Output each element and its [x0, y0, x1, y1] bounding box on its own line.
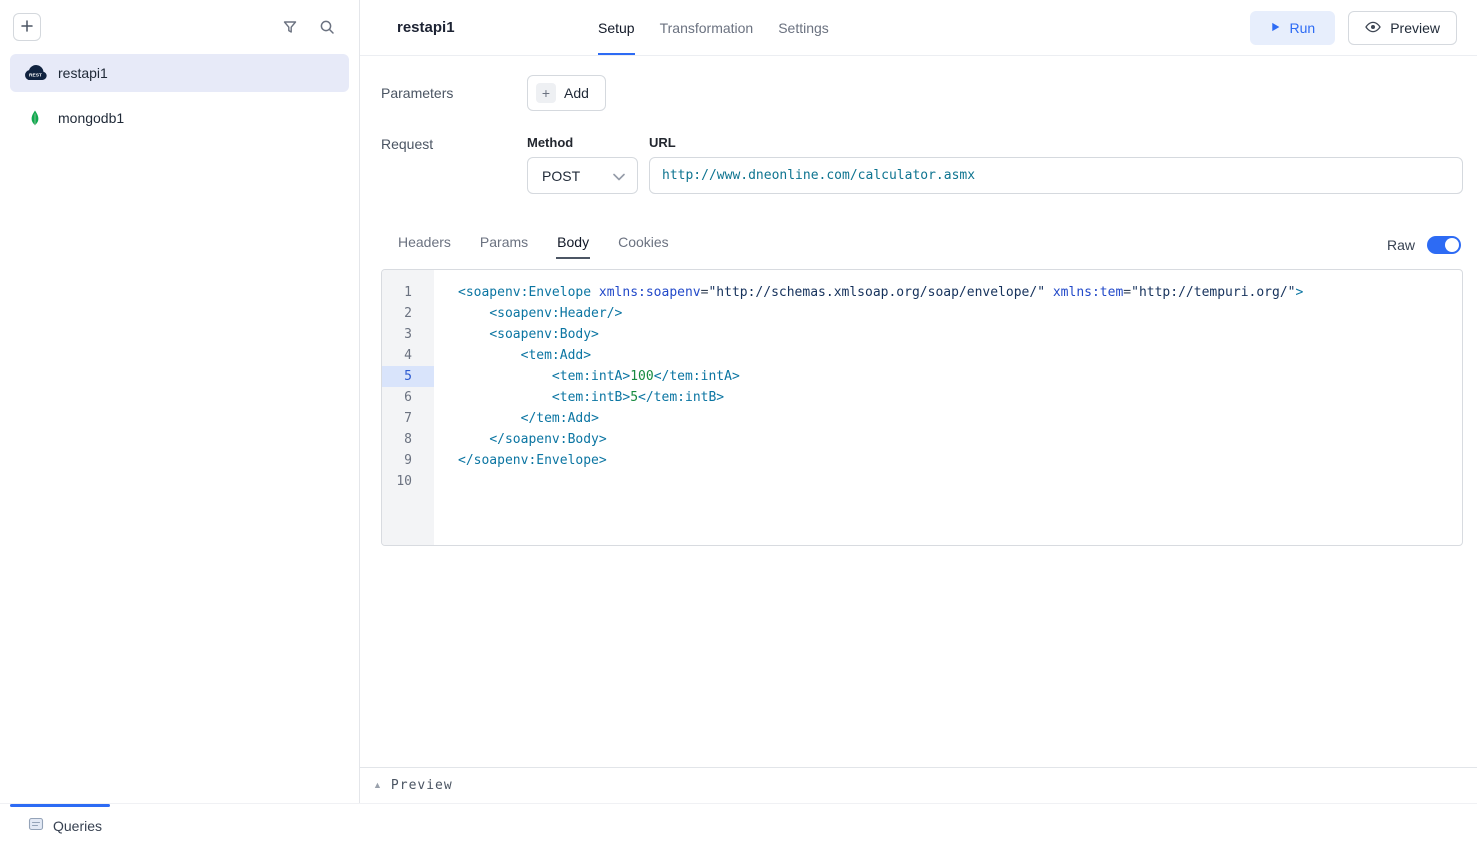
line-number[interactable]: 5	[382, 366, 434, 387]
url-input[interactable]: http://www.dneonline.com/calculator.asmx	[649, 157, 1463, 194]
chevron-down-icon	[613, 168, 625, 184]
tab-body[interactable]: Body	[556, 227, 590, 259]
parameters-label: Parameters	[381, 85, 527, 101]
tab-setup[interactable]: Setup	[598, 0, 635, 55]
editor-code[interactable]: <soapenv:Envelope xmlns:soapenv="http://…	[434, 270, 1462, 545]
main-panel: restapi1 Setup Transformation Settings R…	[360, 0, 1477, 803]
method-field: Method POST	[527, 135, 638, 194]
preview-button-label: Preview	[1390, 20, 1440, 36]
queries-icon	[28, 816, 44, 835]
line-number[interactable]: 6	[382, 387, 434, 408]
code-line[interactable]: </soapenv:Body>	[458, 429, 1462, 450]
code-line[interactable]: <soapenv:Header/>	[458, 303, 1462, 324]
preview-panel-toggle[interactable]: ▲ Preview	[360, 767, 1477, 803]
line-number[interactable]: 1	[382, 282, 434, 303]
tab-transformation[interactable]: Transformation	[660, 0, 754, 55]
main-header: restapi1 Setup Transformation Settings R…	[360, 0, 1477, 56]
method-value: POST	[542, 168, 580, 184]
request-row: Request Method POST URL	[381, 135, 1463, 194]
tab-params[interactable]: Params	[479, 227, 529, 259]
app: REST restapi1 mongodb1	[0, 0, 1477, 847]
expand-up-icon: ▲	[373, 781, 382, 790]
sidebar: REST restapi1 mongodb1	[0, 0, 360, 803]
url-label: URL	[649, 135, 1463, 150]
tab-headers[interactable]: Headers	[397, 227, 452, 259]
raw-label: Raw	[1387, 237, 1415, 253]
raw-toggle-group: Raw	[1387, 236, 1461, 259]
code-line[interactable]: </soapenv:Envelope>	[458, 450, 1462, 471]
code-line[interactable]: </tem:Add>	[458, 408, 1462, 429]
plus-icon	[20, 19, 34, 36]
code-line[interactable]: <soapenv:Body>	[458, 324, 1462, 345]
query-item-label: restapi1	[58, 65, 108, 81]
method-select[interactable]: POST	[527, 157, 638, 194]
body-tabs: Headers Params Body Cookies	[397, 227, 670, 259]
active-tab-indicator	[10, 804, 110, 807]
main-layout: REST restapi1 mongodb1	[0, 0, 1477, 803]
query-list: REST restapi1 mongodb1	[0, 54, 359, 137]
code-line[interactable]: <tem:intB>5</tem:intB>	[458, 387, 1462, 408]
raw-toggle[interactable]	[1427, 236, 1461, 254]
play-icon	[1270, 20, 1281, 36]
tab-cookies[interactable]: Cookies	[617, 227, 670, 259]
add-button-label: Add	[564, 85, 589, 101]
rest-api-icon: REST	[22, 60, 48, 86]
page-title: restapi1	[397, 19, 598, 36]
preview-button[interactable]: Preview	[1348, 11, 1457, 45]
eye-icon	[1365, 20, 1381, 36]
tab-queries[interactable]: Queries	[28, 816, 102, 835]
preview-panel-label: Preview	[391, 778, 453, 793]
run-button[interactable]: Run	[1250, 11, 1336, 45]
bottom-bar: Queries	[0, 803, 1477, 847]
url-field: URL http://www.dneonline.com/calculator.…	[649, 135, 1463, 194]
sidebar-header	[0, 0, 359, 41]
request-label: Request	[381, 135, 527, 152]
line-number[interactable]: 3	[382, 324, 434, 345]
queries-tab-label: Queries	[53, 818, 102, 834]
plus-icon: +	[536, 83, 556, 103]
setup-panel: Parameters + Add Request Method POST	[360, 56, 1477, 767]
line-number[interactable]: 8	[382, 429, 434, 450]
line-number[interactable]: 2	[382, 303, 434, 324]
line-number[interactable]: 10	[382, 471, 434, 492]
code-line[interactable]: <soapenv:Envelope xmlns:soapenv="http://…	[458, 282, 1462, 303]
url-value: http://www.dneonline.com/calculator.asmx	[662, 168, 975, 183]
header-actions: Run Preview	[1250, 0, 1457, 55]
query-item-label: mongodb1	[58, 110, 124, 126]
search-icon[interactable]	[319, 19, 335, 35]
tab-settings[interactable]: Settings	[778, 0, 829, 55]
method-label: Method	[527, 135, 638, 150]
run-label: Run	[1290, 20, 1316, 36]
code-line[interactable]: <tem:Add>	[458, 345, 1462, 366]
sidebar-item-mongodb1[interactable]: mongodb1	[10, 99, 349, 137]
mongodb-icon	[22, 109, 48, 127]
add-parameter-button[interactable]: + Add	[527, 75, 606, 111]
svg-text:REST: REST	[29, 73, 42, 79]
line-number[interactable]: 9	[382, 450, 434, 471]
sidebar-header-icons	[282, 19, 335, 35]
line-number[interactable]: 4	[382, 345, 434, 366]
body-tabs-row: Headers Params Body Cookies Raw	[381, 227, 1463, 259]
line-number[interactable]: 7	[382, 408, 434, 429]
filter-icon[interactable]	[282, 19, 298, 35]
code-line[interactable]	[458, 471, 1462, 492]
header-tabs: Setup Transformation Settings	[598, 0, 829, 55]
code-line[interactable]: <tem:intA>100</tem:intA>	[458, 366, 1462, 387]
toggle-knob	[1445, 238, 1459, 252]
request-fields: Method POST URL http://www.dne	[527, 135, 1463, 194]
editor-gutter: 12345678910	[382, 270, 434, 545]
sidebar-item-restapi1[interactable]: REST restapi1	[10, 54, 349, 92]
parameters-row: Parameters + Add	[381, 75, 1463, 111]
new-query-button[interactable]	[13, 13, 41, 41]
body-code-editor[interactable]: 12345678910 <soapenv:Envelope xmlns:soap…	[381, 269, 1463, 546]
